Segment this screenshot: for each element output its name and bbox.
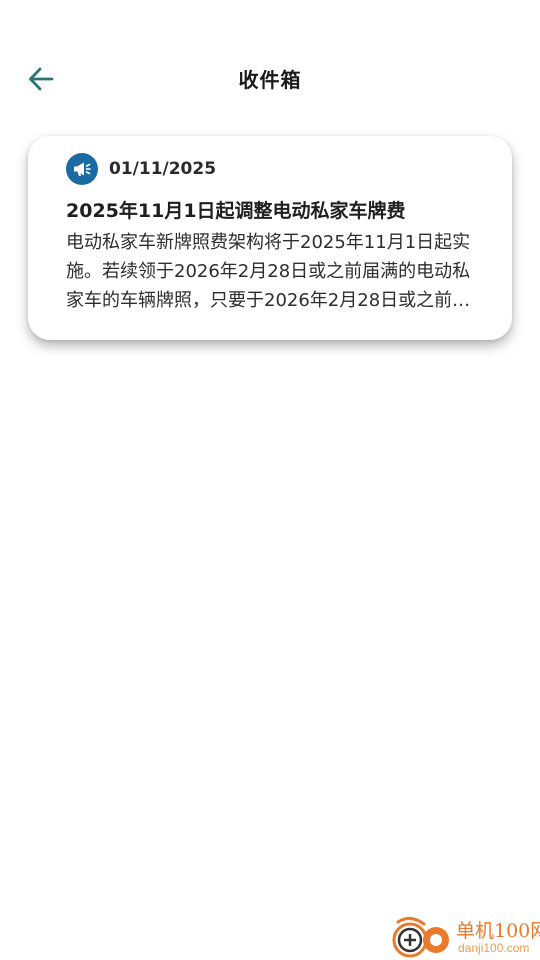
inbox-message-card[interactable]: 01/11/2025 2025年11月1日起调整电动私家车牌费 电动私家车新牌照…	[28, 136, 512, 340]
watermark-domain: danji100.com	[458, 941, 530, 955]
site-watermark: 单机100网 danji100.com	[390, 914, 540, 960]
danji-logo-icon	[392, 917, 449, 958]
message-title: 2025年11月1日起调整电动私家车牌费	[66, 200, 406, 222]
message-preview: 电动私家车新牌照费架构将于2025年11月1日起实施。若续领于2026年2月28…	[66, 232, 471, 311]
megaphone-icon	[66, 153, 98, 185]
app-header: 收件箱	[0, 48, 540, 108]
inbox-screen: 收件箱 01/11/2025 2025年11月1日起调整电动私家车牌费 电动私家…	[0, 0, 540, 960]
message-date: 01/11/2025	[109, 159, 217, 179]
watermark-brand: 单机100网	[456, 920, 540, 942]
message-meta: 01/11/2025	[66, 152, 488, 186]
page-title: 收件箱	[238, 68, 302, 92]
